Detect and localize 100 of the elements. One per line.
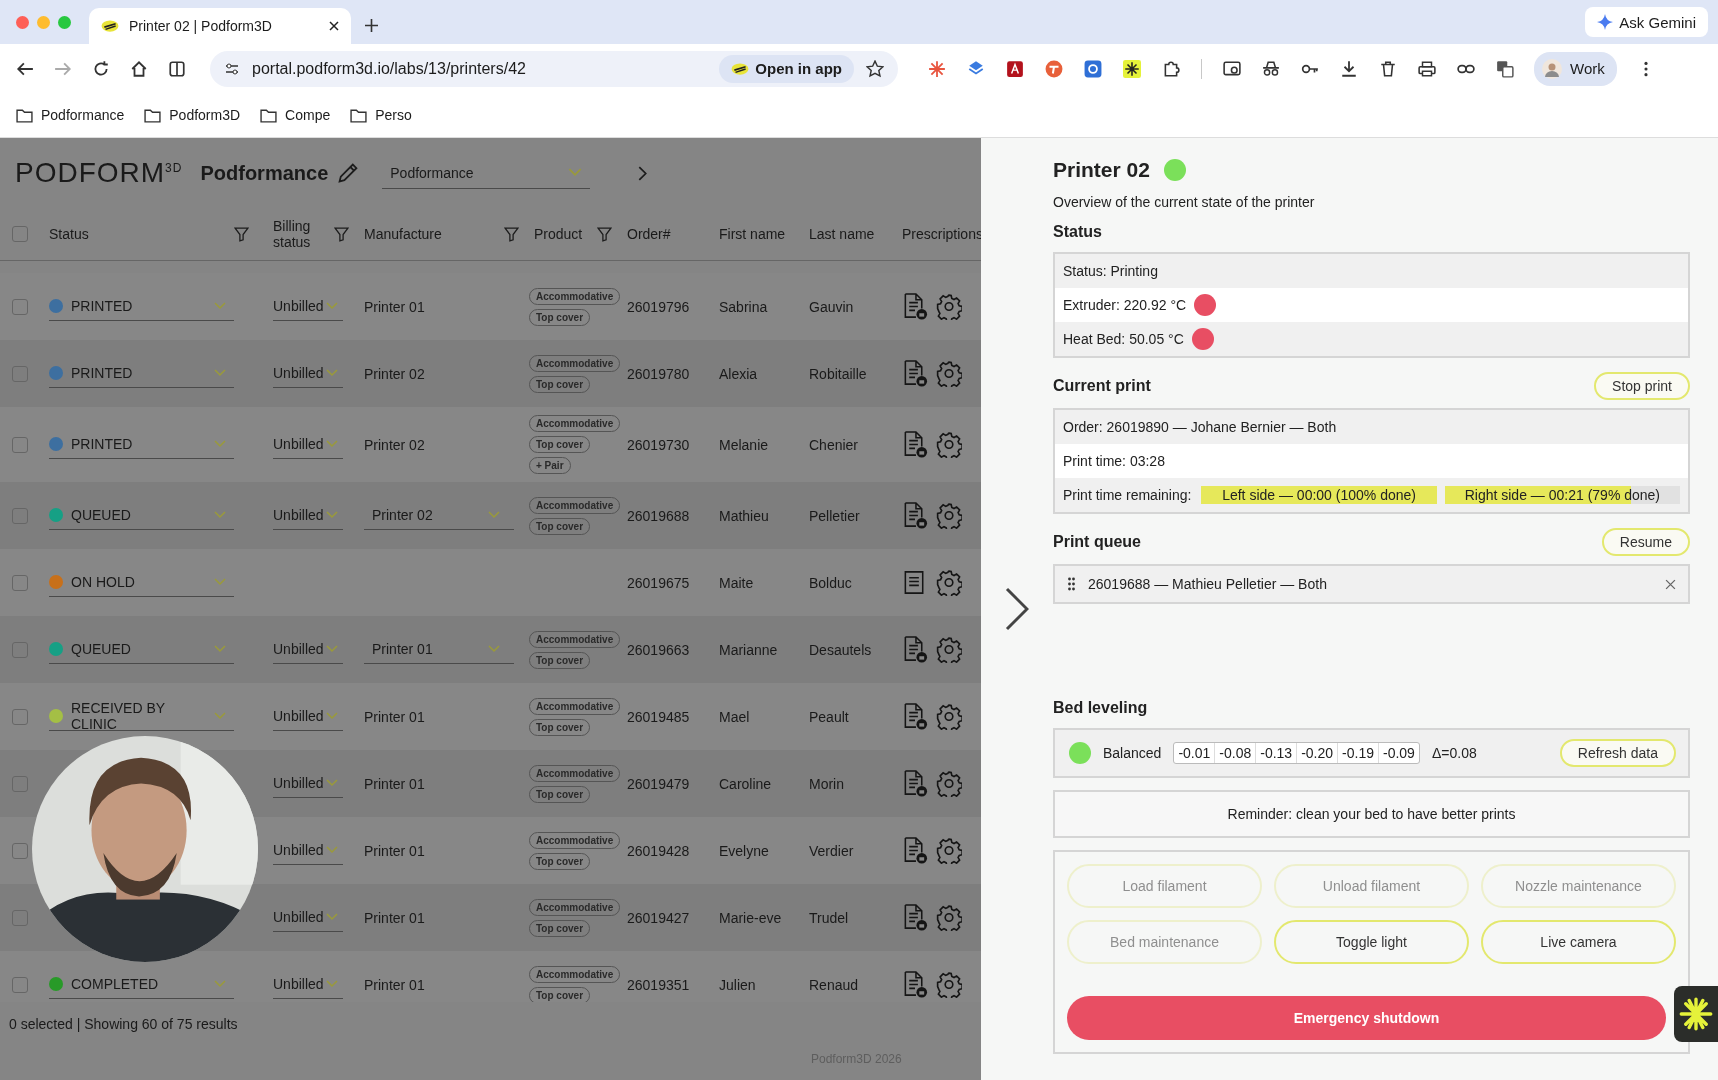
status-dropdown[interactable]: QUEUED xyxy=(49,635,234,664)
locked-document-icon[interactable] xyxy=(902,502,928,529)
printer-dropdown[interactable]: Printer 01 xyxy=(364,635,514,664)
letter-t-icon[interactable] xyxy=(1045,59,1063,78)
settings-icon[interactable] xyxy=(936,502,962,529)
logo: PODFORM$^{3D}$ xyxy=(15,157,183,189)
locked-document-icon[interactable] xyxy=(902,293,928,320)
row-checkbox[interactable] xyxy=(12,436,28,453)
resume-button[interactable]: Resume xyxy=(1601,528,1690,556)
row-checkbox[interactable] xyxy=(12,574,28,591)
settings-icon[interactable] xyxy=(936,837,962,864)
status-dropdown[interactable]: PRINTED xyxy=(49,292,234,321)
locked-document-icon[interactable] xyxy=(902,360,928,387)
table-cell: Melanie xyxy=(719,436,769,453)
browser-tab[interactable]: Printer 02 | Podform3D xyxy=(89,8,351,44)
status-dropdown[interactable]: ON HOLD xyxy=(49,568,234,597)
refresh-data-button[interactable]: Refresh data xyxy=(1559,739,1676,767)
settings-icon[interactable] xyxy=(936,569,962,596)
bookmark-folder[interactable]: Perso xyxy=(350,107,412,123)
status-dropdown[interactable]: PRINTED xyxy=(49,359,234,388)
bookmark-folder[interactable]: Podform3D xyxy=(144,107,241,123)
status-dropdown[interactable]: PRINTED xyxy=(49,430,234,459)
settings-icon[interactable] xyxy=(936,636,962,663)
ask-gemini-button[interactable]: Ask Gemini xyxy=(1585,7,1708,37)
status-dropdown[interactable]: QUEUED xyxy=(49,501,234,530)
settings-icon[interactable] xyxy=(936,904,962,931)
settings-icon[interactable] xyxy=(936,971,962,998)
print-icon[interactable] xyxy=(1418,59,1436,78)
chevron-down-icon xyxy=(325,440,338,448)
locked-document-icon[interactable] xyxy=(902,770,928,797)
select-all-checkbox[interactable] xyxy=(12,226,28,242)
row-checkbox[interactable] xyxy=(12,365,28,382)
billing-dropdown[interactable]: Unbilled xyxy=(273,430,343,459)
row-checkbox[interactable] xyxy=(12,775,28,792)
download-icon[interactable] xyxy=(1340,59,1358,78)
filter-icon[interactable] xyxy=(597,226,612,242)
filter-icon[interactable] xyxy=(334,226,349,242)
billing-dropdown[interactable]: Unbilled xyxy=(273,769,343,798)
row-checkbox[interactable] xyxy=(12,976,28,993)
settings-icon[interactable] xyxy=(936,703,962,730)
bookmark-folder[interactable]: Compe xyxy=(260,107,331,123)
row-checkbox[interactable] xyxy=(12,507,28,524)
billing-dropdown[interactable]: Unbilled xyxy=(273,359,343,388)
asterisk-icon[interactable] xyxy=(1123,59,1141,78)
billing-dropdown[interactable]: Unbilled xyxy=(273,970,343,999)
star-icon[interactable] xyxy=(866,59,884,78)
locked-document-icon[interactable] xyxy=(902,703,928,730)
open-in-app-button[interactable]: Open in app xyxy=(719,54,854,83)
billing-dropdown[interactable]: Unbilled xyxy=(273,903,343,932)
table-cell: Evelyne xyxy=(719,842,769,859)
locked-document-icon[interactable] xyxy=(902,971,928,998)
status-dropdown[interactable]: COMPLETED xyxy=(49,970,234,999)
billing-dropdown[interactable]: Unbilled xyxy=(273,292,343,321)
home-icon[interactable] xyxy=(130,59,148,78)
filter-icon[interactable] xyxy=(234,226,249,242)
assistant-widget[interactable] xyxy=(1674,986,1718,1042)
printer-dropdown[interactable]: Printer 02 xyxy=(364,501,514,530)
action-button[interactable]: Toggle light xyxy=(1274,920,1469,964)
filter-icon[interactable] xyxy=(504,226,519,242)
row-checkbox[interactable] xyxy=(12,842,28,859)
profile-button[interactable]: Work xyxy=(1534,51,1617,86)
puzzle-icon[interactable] xyxy=(1162,59,1180,78)
chevron-down-icon xyxy=(214,645,226,653)
status-dropdown[interactable]: RECEIVED BY CLINIC xyxy=(49,702,234,731)
settings-icon[interactable] xyxy=(936,431,962,458)
row-checkbox[interactable] xyxy=(12,641,28,658)
locked-document-icon[interactable] xyxy=(902,904,928,931)
lab-dropdown[interactable]: Podformance xyxy=(382,157,591,189)
locked-document-icon[interactable] xyxy=(902,431,928,458)
row-checkbox[interactable] xyxy=(12,708,28,725)
address-bar[interactable]: portal.podform3d.io/labs/13/printers/42 Open in app xyxy=(210,50,898,87)
locked-document-icon[interactable] xyxy=(902,636,928,663)
new-tab-icon[interactable] xyxy=(365,19,378,32)
settings-icon[interactable] xyxy=(936,293,962,320)
table-cell: Alexia xyxy=(719,365,758,382)
table-cell: 26019427 xyxy=(627,909,690,926)
chevron-right-icon[interactable] xyxy=(638,165,648,181)
reload-icon[interactable] xyxy=(92,59,110,78)
stop-print-button[interactable]: Stop print xyxy=(1594,372,1690,400)
billing-dropdown[interactable]: Unbilled xyxy=(273,836,343,865)
settings-icon[interactable] xyxy=(936,360,962,387)
incognito-icon[interactable] xyxy=(1262,59,1280,78)
bookmark-folder[interactable]: Podformance xyxy=(16,107,125,123)
split-view-icon[interactable] xyxy=(168,59,186,78)
locked-document-icon[interactable] xyxy=(902,837,928,864)
emergency-shutdown-button[interactable]: Emergency shutdown xyxy=(1067,996,1666,1040)
trash-icon[interactable] xyxy=(1379,59,1397,78)
drag-handle-icon[interactable] xyxy=(1067,577,1076,591)
close-icon[interactable] xyxy=(329,21,339,31)
screen-search-icon[interactable] xyxy=(1223,59,1241,78)
action-button[interactable]: Live camera xyxy=(1481,920,1676,964)
chevron-right-icon[interactable] xyxy=(1005,587,1029,631)
sunburst-icon[interactable] xyxy=(928,59,946,78)
settings-icon[interactable] xyxy=(936,770,962,797)
billing-dropdown[interactable]: Unbilled xyxy=(273,702,343,731)
row-checkbox[interactable] xyxy=(12,298,28,315)
billing-dropdown[interactable]: Unbilled xyxy=(273,635,343,664)
row-checkbox[interactable] xyxy=(12,909,28,926)
queue-item[interactable]: 26019688 — Mathieu Pelletier — Both xyxy=(1053,564,1690,604)
billing-dropdown[interactable]: Unbilled xyxy=(273,501,343,530)
